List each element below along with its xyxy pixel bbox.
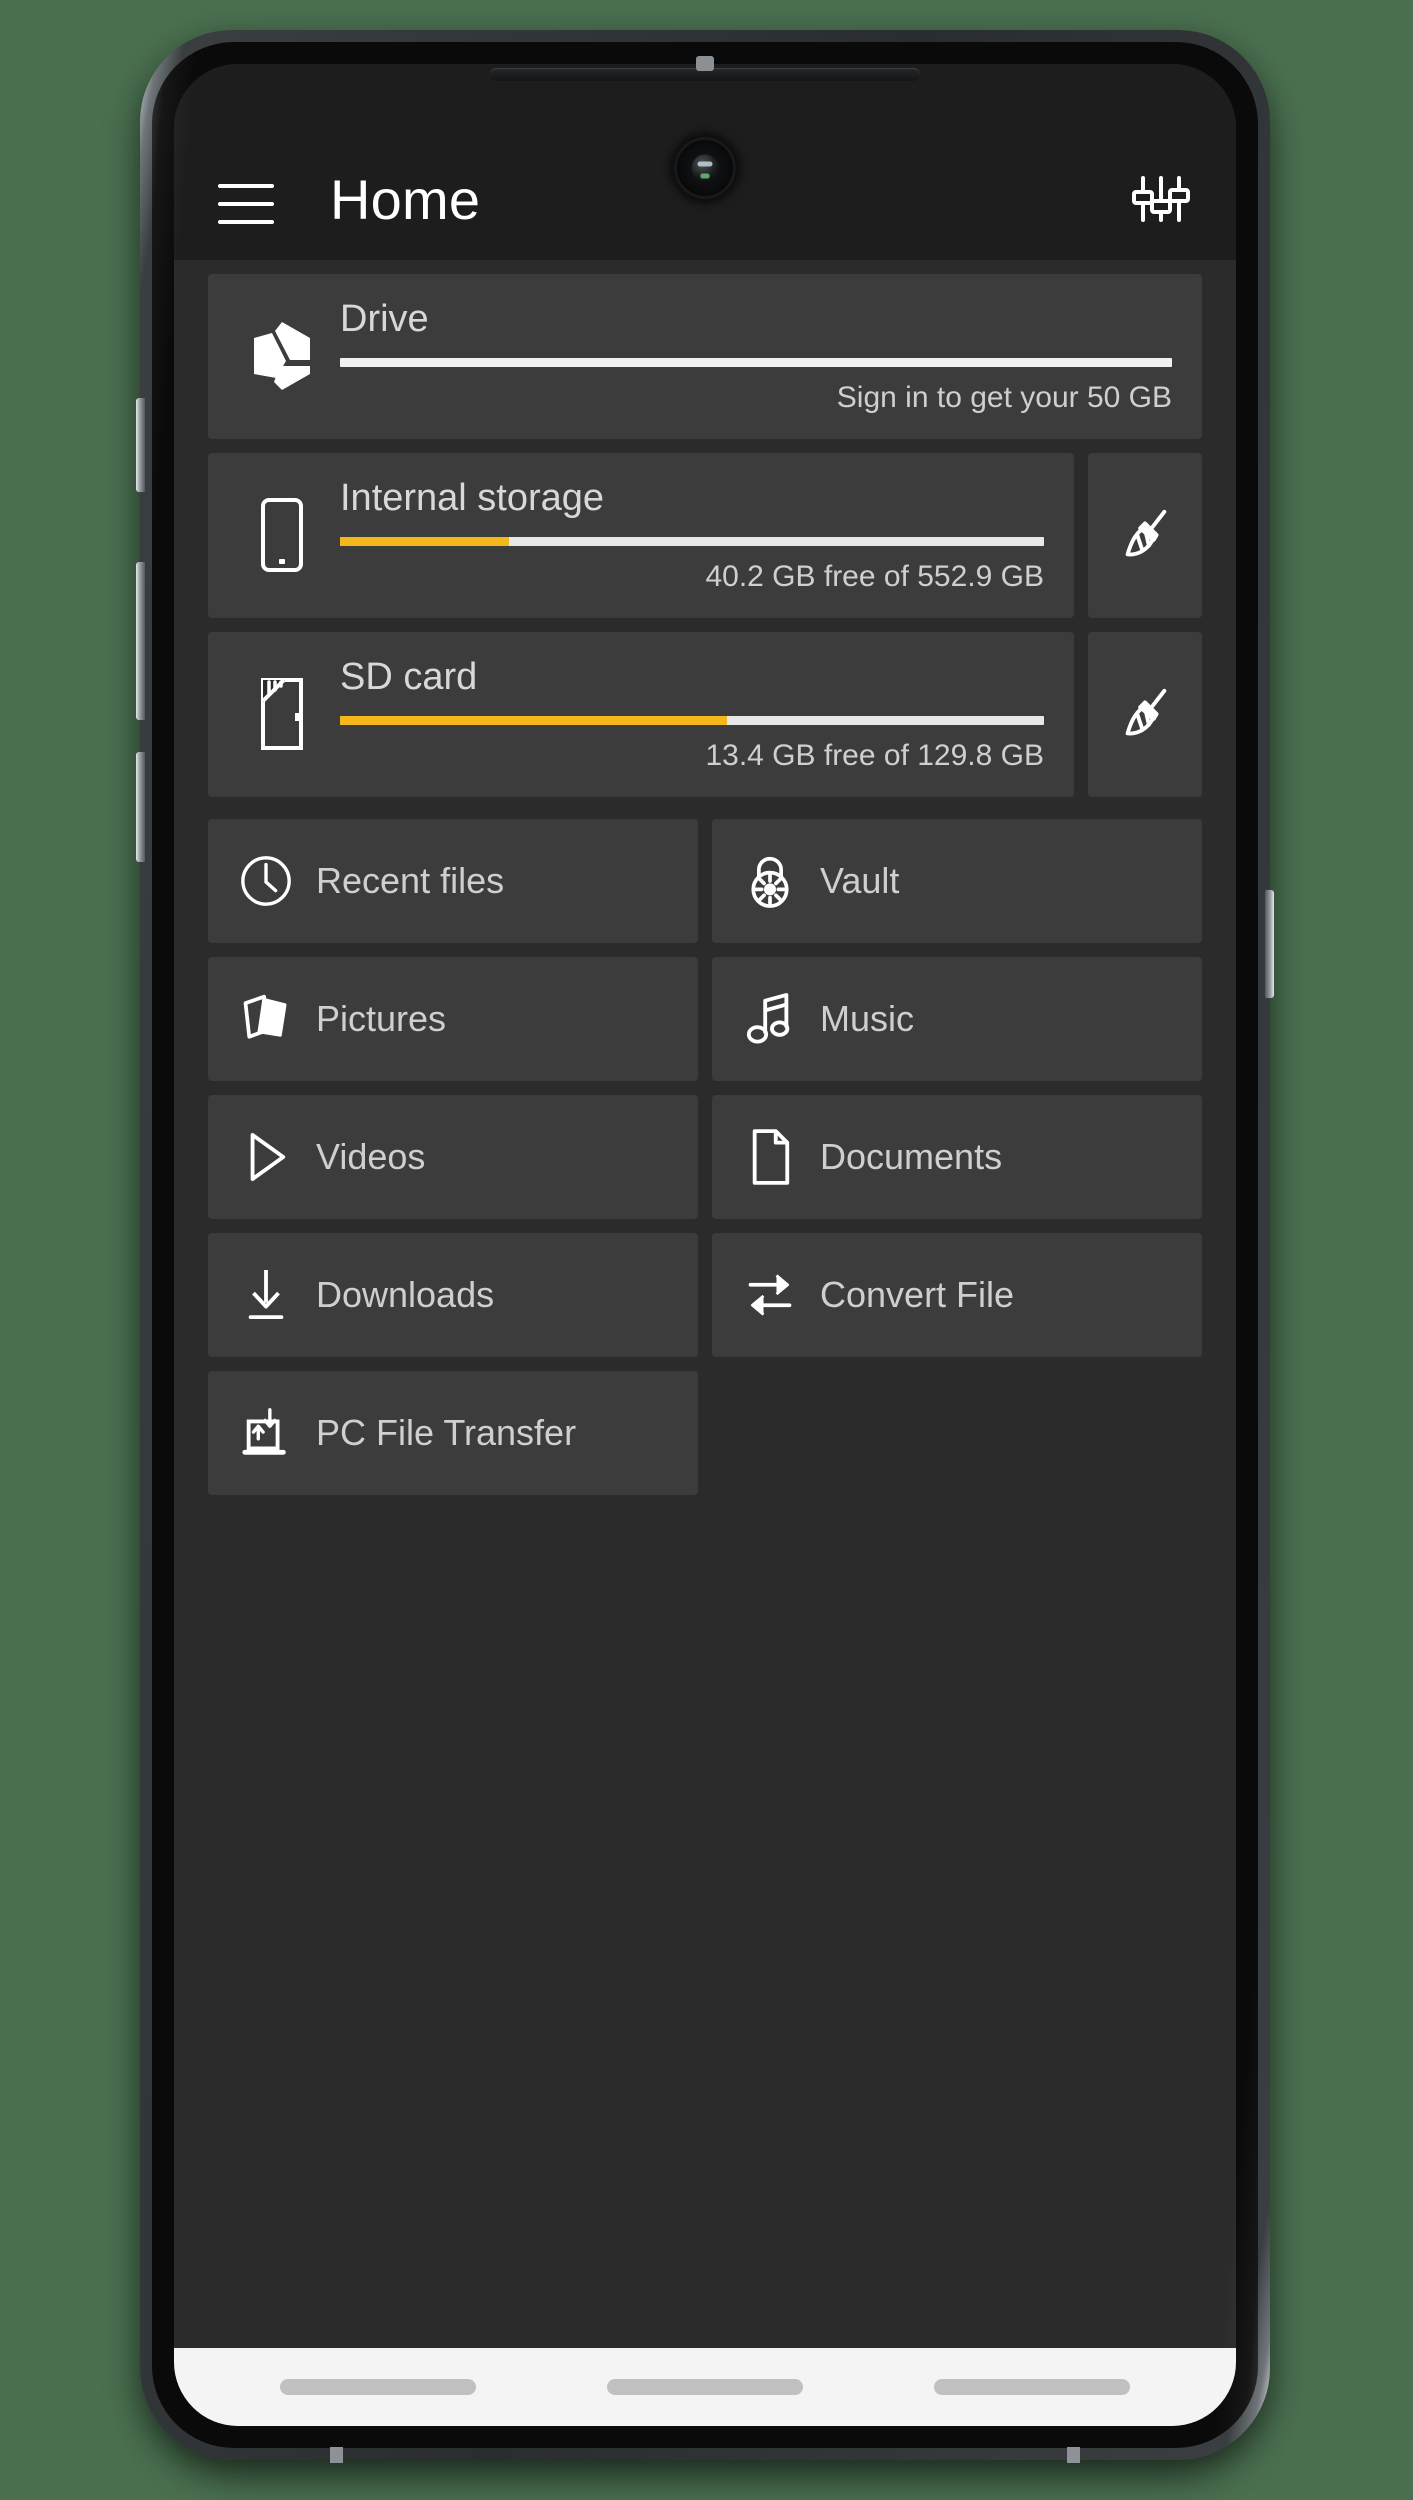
volume-button[interactable] — [136, 562, 145, 720]
sd-card-icon — [234, 677, 330, 751]
antenna-nub-right — [1067, 2447, 1080, 2463]
convert-swap-icon — [742, 1269, 798, 1321]
tile-convert-file[interactable]: Convert File — [712, 1232, 1202, 1357]
hamburger-menu-icon[interactable] — [218, 184, 274, 224]
tile-label: Recent files — [316, 859, 505, 901]
nav-home-pill[interactable] — [606, 2379, 803, 2395]
phone-icon — [234, 497, 330, 573]
sdcard-row: SD card 13.4 GB free of 129.8 GB — [208, 631, 1202, 797]
page-title: Home — [330, 168, 481, 231]
broom-clean-icon — [1125, 689, 1167, 736]
sdcard-body: SD card 13.4 GB free of 129.8 GB — [330, 655, 1044, 772]
earpiece-nub — [696, 56, 714, 71]
nav-recents-pill[interactable] — [934, 2379, 1131, 2395]
sdcard-name: SD card — [340, 655, 478, 698]
tile-label: Downloads — [316, 1273, 495, 1315]
clock-icon — [238, 854, 294, 908]
camera-green-reflection — [700, 173, 710, 179]
sdcard-subtitle: 13.4 GB free of 129.8 GB — [705, 738, 1044, 772]
tile-label: Documents — [820, 1135, 1003, 1177]
pc-file-transfer-icon — [238, 1404, 294, 1462]
drive-name: Drive — [340, 298, 429, 340]
tile-label: PC File Transfer — [316, 1411, 577, 1453]
tile-label: Vault — [820, 859, 900, 901]
camera-glint — [697, 161, 713, 167]
play-triangle-icon — [238, 1129, 294, 1185]
shortcut-tile-grid: Recent files Vault Pictures Music Videos… — [208, 818, 1202, 1495]
side-button-top[interactable] — [136, 398, 145, 492]
pictures-icon — [238, 992, 294, 1046]
internal-progress-track — [340, 536, 1044, 546]
antenna-nub-left — [330, 2447, 343, 2463]
nav-back-pill[interactable] — [279, 2379, 476, 2395]
broom-clean-icon — [1125, 510, 1167, 557]
system-navigation-bar — [174, 2348, 1236, 2426]
tile-downloads[interactable]: Downloads — [208, 1232, 698, 1357]
tile-music[interactable]: Music — [712, 956, 1202, 1081]
sdcard-clean-button[interactable] — [1088, 631, 1202, 797]
internal-clean-button[interactable] — [1088, 452, 1202, 618]
tile-label: Pictures — [316, 997, 447, 1039]
drive-hexagon-icon — [234, 320, 330, 392]
drive-subtitle: Sign in to get your 50 GB — [836, 380, 1172, 414]
drive-card[interactable]: Drive Sign in to get your 50 GB — [208, 274, 1202, 439]
document-page-icon — [742, 1128, 798, 1186]
sdcard-progress-track — [340, 715, 1044, 725]
sliders-settings-icon[interactable] — [1130, 168, 1192, 230]
front-camera — [677, 140, 733, 196]
internal-storage-card[interactable]: Internal storage 40.2 GB free of 552.9 G… — [208, 452, 1074, 618]
power-button[interactable] — [136, 752, 145, 862]
internal-storage-subtitle: 40.2 GB free of 552.9 GB — [705, 559, 1044, 593]
phone-device: Home Drive Sign in to get your 50 GB Int… — [136, 30, 1274, 2470]
internal-storage-body: Internal storage 40.2 GB free of 552.9 G… — [330, 476, 1044, 593]
drive-progress-track — [340, 357, 1172, 367]
tile-vault[interactable]: Vault — [712, 818, 1202, 943]
tile-documents[interactable]: Documents — [712, 1094, 1202, 1219]
internal-storage-row: Internal storage 40.2 GB free of 552.9 G… — [208, 452, 1202, 618]
tile-label: Convert File — [820, 1273, 1015, 1315]
tile-pictures[interactable]: Pictures — [208, 956, 698, 1081]
sdcard-progress-fill — [340, 715, 728, 725]
music-note-icon — [742, 991, 798, 1047]
drive-row: Drive Sign in to get your 50 GB — [208, 274, 1202, 439]
app-content: Drive Sign in to get your 50 GB Internal… — [174, 260, 1236, 2348]
side-button-right[interactable] — [1265, 890, 1274, 998]
tile-pc-file-transfer[interactable]: PC File Transfer — [208, 1370, 698, 1495]
tile-videos[interactable]: Videos — [208, 1094, 698, 1219]
padlock-icon — [742, 852, 798, 910]
drive-body: Drive Sign in to get your 50 GB — [330, 298, 1172, 414]
tile-label: Music — [820, 997, 915, 1039]
phone-screen: Home Drive Sign in to get your 50 GB Int… — [174, 64, 1236, 2426]
internal-storage-name: Internal storage — [340, 476, 605, 519]
tile-recent-files[interactable]: Recent files — [208, 818, 698, 943]
internal-progress-fill — [340, 536, 509, 546]
tile-empty-slot — [712, 1371, 1202, 1495]
tile-label: Videos — [316, 1135, 426, 1177]
phone-bezel: Home Drive Sign in to get your 50 GB Int… — [152, 42, 1258, 2448]
file-manager-app: Home Drive Sign in to get your 50 GB Int… — [174, 64, 1236, 2426]
download-arrow-icon — [238, 1266, 294, 1324]
sdcard-card[interactable]: SD card 13.4 GB free of 129.8 GB — [208, 631, 1074, 797]
